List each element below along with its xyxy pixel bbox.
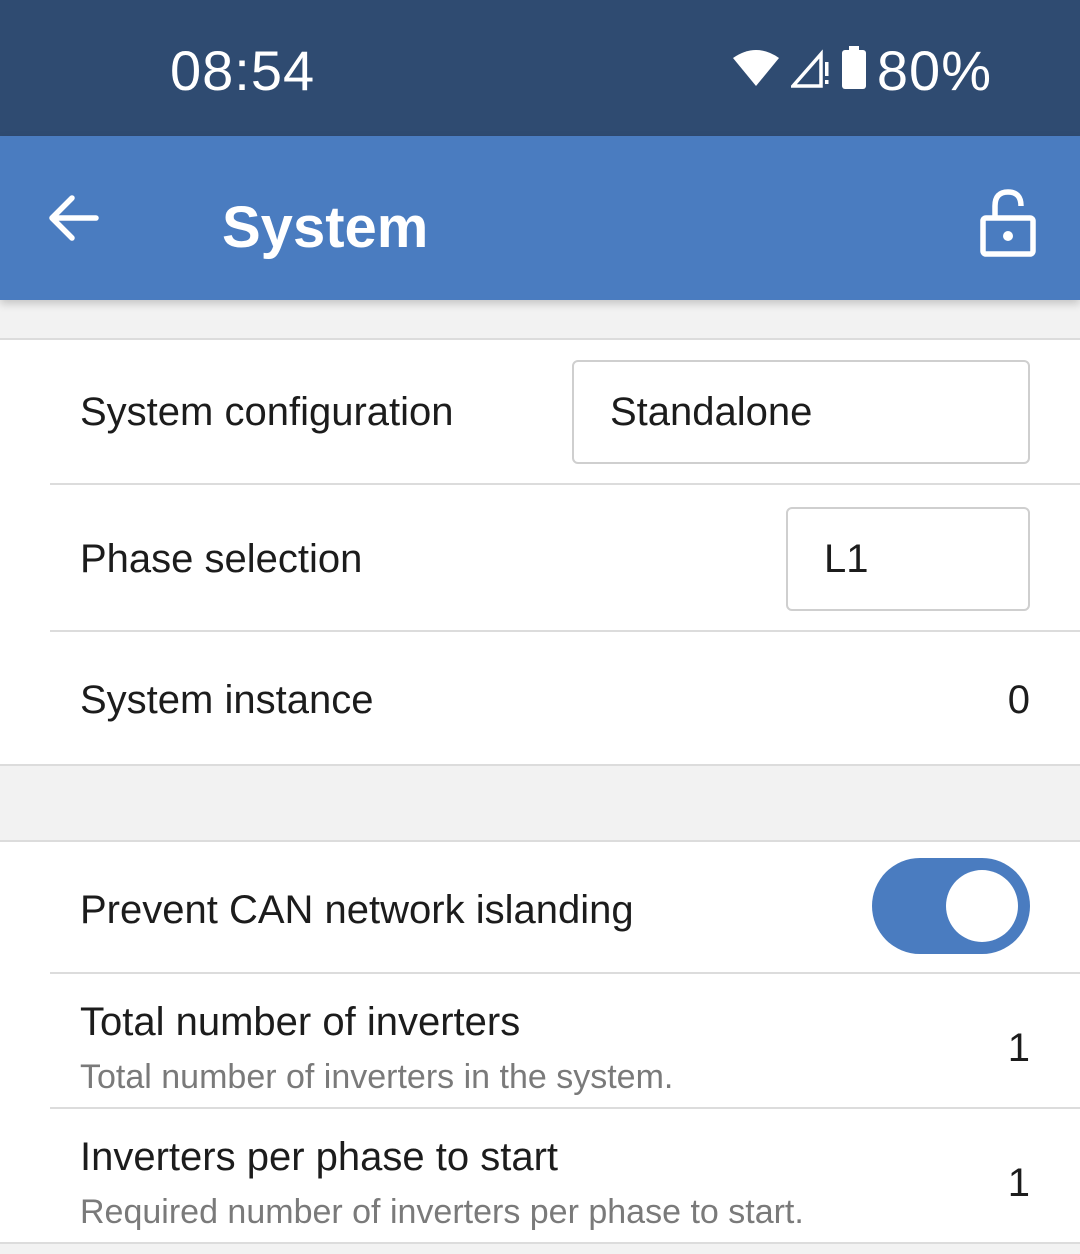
prevent-can-islanding-row: Prevent CAN network islanding — [50, 842, 1080, 974]
total-inverters-description: Total number of inverters in the system. — [80, 1058, 674, 1096]
back-button[interactable] — [40, 186, 108, 254]
battery-icon — [841, 46, 867, 95]
inverter-settings-group: Prevent CAN network islanding Total numb… — [0, 840, 1080, 1244]
lock-open-icon — [978, 189, 1038, 262]
phase-selection-value: L1 — [824, 536, 869, 581]
prevent-can-islanding-toggle[interactable] — [872, 858, 1030, 954]
cell-signal-icon — [789, 48, 831, 93]
toggle-knob — [946, 870, 1018, 942]
wifi-icon — [731, 48, 781, 93]
app-bar: System — [0, 136, 1080, 300]
system-instance-row[interactable]: System instance 0 — [50, 632, 1080, 764]
system-instance-label: System instance — [80, 678, 374, 722]
inverters-per-phase-description: Required number of inverters per phase t… — [80, 1193, 804, 1231]
prevent-can-islanding-label: Prevent CAN network islanding — [80, 888, 634, 932]
system-instance-value: 0 — [1007, 678, 1030, 722]
system-configuration-value: Standalone — [610, 389, 813, 434]
system-settings-group: System configuration Standalone Phase se… — [0, 338, 1080, 766]
total-inverters-label: Total number of inverters — [80, 1000, 521, 1044]
lock-button[interactable] — [978, 188, 1038, 258]
total-inverters-row[interactable]: Total number of inverters Total number o… — [50, 974, 1080, 1109]
system-configuration-select[interactable]: Standalone — [572, 360, 1030, 464]
status-bar: 08:54 80% — [0, 0, 1080, 136]
phase-selection-label: Phase selection — [80, 537, 363, 581]
status-time: 08:54 — [170, 39, 316, 102]
battery-percent: 80% — [876, 39, 992, 102]
system-configuration-label: System configuration — [80, 390, 454, 434]
phase-selection-select[interactable]: L1 — [786, 507, 1030, 611]
system-configuration-row: System configuration Standalone — [50, 340, 1080, 485]
inverters-per-phase-label: Inverters per phase to start — [80, 1135, 559, 1179]
total-inverters-value: 1 — [1007, 1026, 1030, 1070]
status-icons: 80% — [731, 38, 992, 103]
inverters-per-phase-value: 1 — [1007, 1161, 1030, 1205]
phase-selection-row: Phase selection L1 — [50, 485, 1080, 632]
inverters-per-phase-row[interactable]: Inverters per phase to start Required nu… — [50, 1109, 1080, 1241]
arrow-back-icon — [46, 190, 102, 251]
page-title: System — [222, 195, 429, 260]
